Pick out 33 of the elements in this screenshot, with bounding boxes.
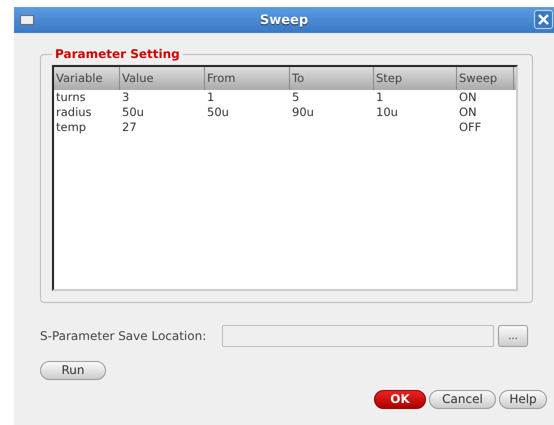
column-header[interactable]: Variable xyxy=(54,67,120,90)
group-title: Parameter Setting xyxy=(54,47,181,61)
table-cell-text: 10u xyxy=(375,105,399,120)
table-cell-text: 1 xyxy=(206,90,216,105)
table-cell-text: OFF xyxy=(458,120,482,135)
table-cell-text: temp xyxy=(55,120,88,135)
column-header[interactable]: Sweep xyxy=(457,67,514,90)
table-cell-text: ON xyxy=(458,105,478,120)
column-header[interactable]: To xyxy=(290,67,374,90)
window-icon xyxy=(20,15,34,25)
column-header[interactable]: Step xyxy=(374,67,457,90)
close-button[interactable] xyxy=(534,10,553,29)
column-header[interactable]: From xyxy=(205,67,290,90)
save-location-field[interactable] xyxy=(222,325,494,347)
table-cell-text: turns xyxy=(55,90,87,105)
table-cell-text: 90u xyxy=(291,105,315,120)
run-button[interactable]: Run xyxy=(40,360,106,380)
close-icon xyxy=(538,14,549,25)
save-location-label: S-Parameter Save Location: xyxy=(40,329,208,343)
dialog-button[interactable]: Help xyxy=(499,390,547,408)
table-cell-text: 1 xyxy=(375,90,384,105)
table-cell-text: 50u xyxy=(121,105,145,120)
dialog-button[interactable]: Cancel xyxy=(429,390,496,408)
column-header[interactable]: Value xyxy=(120,67,205,90)
browse-button[interactable]: ... xyxy=(498,325,528,347)
table-cell-text: ON xyxy=(458,90,478,105)
window-title: Sweep xyxy=(260,12,308,28)
table-cell-text: 5 xyxy=(291,90,300,105)
table-cell-text: 27 xyxy=(121,120,138,135)
table-cell-text: radius xyxy=(55,105,93,120)
table-cell-text: 50u xyxy=(206,105,230,120)
dialog-button[interactable]: OK xyxy=(374,390,426,408)
table-cell-text: 3 xyxy=(121,90,130,105)
